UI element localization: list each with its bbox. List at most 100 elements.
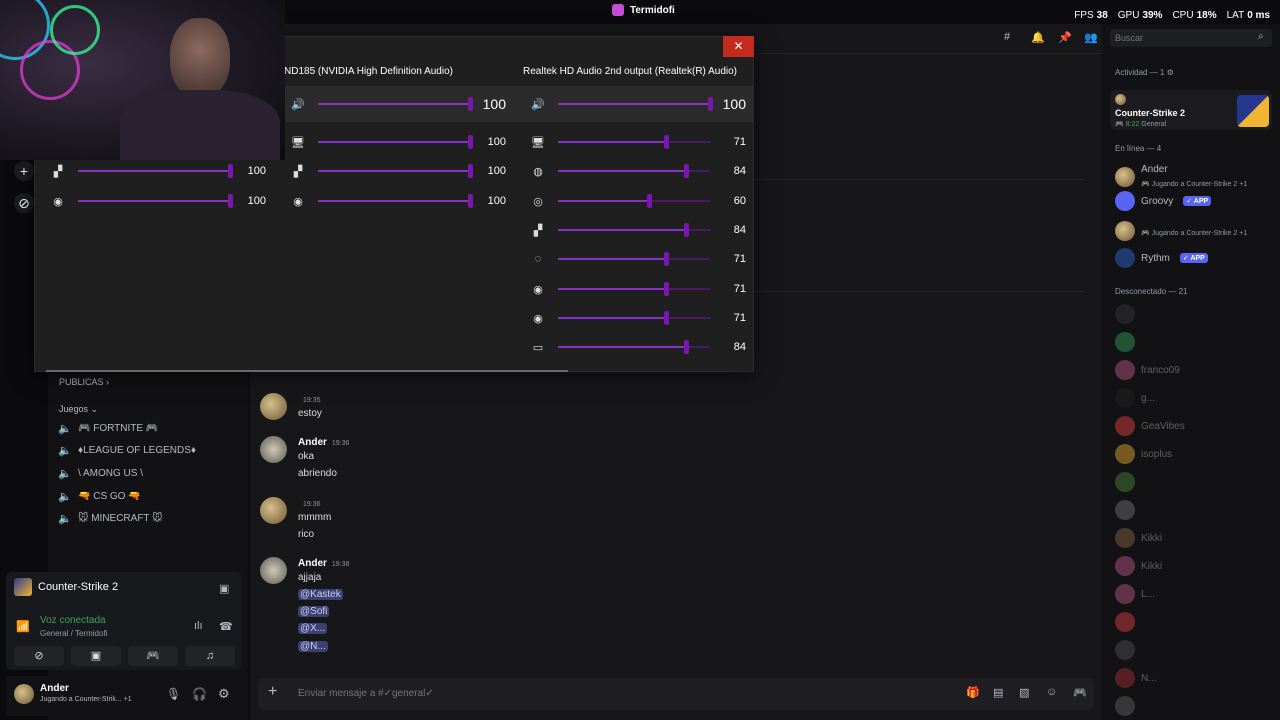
volume-slider[interactable] (318, 194, 473, 208)
member-item[interactable] (1115, 640, 1141, 660)
volume-thumb[interactable] (683, 223, 689, 237)
volume-thumb[interactable] (683, 340, 689, 354)
volume-slider[interactable] (558, 164, 710, 178)
disconnect-icon[interactable]: ☎ (219, 620, 233, 633)
member-item[interactable]: isoplus (1115, 444, 1172, 464)
volume-slider[interactable] (558, 194, 710, 208)
member-item[interactable]: L... (1115, 584, 1155, 604)
activity-gamepad-icon[interactable]: 🎮 (1073, 686, 1087, 699)
volume-slider[interactable] (558, 252, 710, 266)
volume-slider[interactable] (78, 164, 233, 178)
attach-plus-icon[interactable]: + (268, 683, 277, 701)
volume-thumb[interactable] (228, 194, 233, 208)
mic-icon[interactable]: 🎙 (166, 687, 181, 701)
volume-slider[interactable] (558, 340, 710, 354)
volume-thumb[interactable] (663, 311, 669, 325)
volume-slider[interactable] (558, 97, 713, 111)
master-volume-row[interactable]: 🔊 100 (290, 96, 506, 112)
volume-thumb[interactable] (468, 194, 473, 208)
app-volume-row[interactable]: 🖥 100 (290, 134, 506, 150)
user-mention[interactable]: @N... (298, 641, 328, 652)
mixer-scrollbar[interactable] (46, 370, 568, 372)
volume-thumb[interactable] (647, 194, 653, 208)
category-juegos[interactable]: Juegos ⌄ (59, 404, 98, 415)
app-volume-row[interactable]: ▞ 100 (290, 163, 506, 179)
member-item[interactable]: franco09 (1115, 360, 1180, 380)
voice-channel-among-us[interactable]: 🔈 \ AMONG US \ (58, 467, 143, 480)
threads-icon[interactable]: # (1004, 31, 1010, 43)
avatar[interactable] (1115, 94, 1126, 105)
sticker-icon[interactable]: ▧ (1019, 686, 1031, 699)
volume-thumb[interactable] (663, 135, 669, 149)
volume-slider[interactable] (318, 135, 473, 149)
headphones-icon[interactable]: 🎧 (192, 687, 207, 701)
member-item[interactable]: g... (1115, 388, 1155, 408)
members-icon[interactable]: 👥 (1084, 31, 1098, 44)
member-item[interactable] (1115, 500, 1141, 520)
signal-icon[interactable]: 📶 (16, 620, 30, 633)
message-author[interactable]: Ander 19:36 (298, 437, 349, 448)
bell-icon[interactable]: 🔔 (1031, 31, 1045, 44)
volume-slider[interactable] (558, 135, 710, 149)
volume-thumb[interactable] (468, 135, 473, 149)
explore-servers-icon[interactable]: ⊘ (14, 193, 34, 213)
volume-slider[interactable] (318, 164, 473, 178)
app-volume-row[interactable]: ◍ 84 (530, 163, 746, 179)
member-item[interactable] (1115, 472, 1141, 492)
member-item[interactable]: Kikki (1115, 556, 1162, 576)
avatar[interactable] (260, 497, 287, 524)
app-volume-row[interactable]: ◉ 100 (50, 193, 266, 209)
avatar[interactable] (260, 557, 287, 584)
volume-thumb[interactable] (663, 252, 669, 266)
member-item[interactable]: Kikki (1115, 528, 1162, 548)
volume-thumb[interactable] (468, 97, 473, 111)
volume-slider[interactable] (558, 282, 710, 296)
volume-slider[interactable] (78, 194, 233, 208)
volume-thumb[interactable] (663, 282, 669, 296)
user-mention[interactable]: @X... (298, 623, 328, 634)
volume-thumb[interactable] (708, 97, 713, 111)
voice-channel-lol[interactable]: 🔈 ♦LEAGUE OF LEGENDS♦ (58, 444, 196, 457)
message-author[interactable]: Ander 19:38 (298, 558, 349, 569)
volume-thumb[interactable] (468, 164, 473, 178)
activities-button[interactable]: 🎮 (128, 646, 178, 666)
voice-channel-csgo[interactable]: 🔈 🔫 CS GO 🔫 (58, 490, 141, 503)
app-volume-row[interactable]: ◉ 100 (290, 193, 506, 209)
member-item[interactable] (1115, 612, 1141, 632)
member-item[interactable] (1115, 304, 1141, 324)
member-item[interactable]: N... (1115, 668, 1157, 688)
volume-slider[interactable] (558, 311, 710, 325)
volume-thumb[interactable] (228, 164, 233, 178)
message-author[interactable]: 19:35 (298, 394, 321, 405)
member-item[interactable]: 🎮 Jugando a Counter-Strike 2 +1 (1115, 221, 1247, 241)
camera-off-button[interactable]: ⊘ (14, 646, 64, 666)
pin-icon[interactable]: 📌 (1058, 31, 1072, 44)
screen-share-icon[interactable]: ▣ (219, 582, 229, 595)
gear-icon[interactable]: ⚙ (218, 686, 230, 702)
message-input[interactable] (298, 688, 898, 699)
volume-thumb[interactable] (683, 164, 689, 178)
app-volume-row[interactable]: ▞ 100 (50, 163, 266, 179)
master-volume-row[interactable]: 🔊 100 (530, 96, 746, 112)
avatar[interactable] (260, 436, 287, 463)
noise-suppression-icon[interactable]: ılı (194, 620, 203, 632)
voice-channel-minecraft[interactable]: 🔈 🐭 MINECRAFT 🐭 (58, 512, 163, 525)
app-volume-row[interactable]: ◉ 71 (530, 281, 746, 297)
member-item[interactable]: GeaVibes (1115, 416, 1185, 436)
soundboard-button[interactable]: ♫ (185, 646, 235, 666)
emoji-icon[interactable]: ☺ (1046, 686, 1058, 698)
gift-icon[interactable]: 🎁 (966, 686, 980, 699)
app-volume-row[interactable]: ◌ 71 (530, 251, 746, 267)
member-item[interactable]: Rythm ✓ APP (1115, 248, 1208, 268)
volume-slider[interactable] (558, 223, 710, 237)
volume-slider[interactable] (318, 97, 473, 111)
app-volume-row[interactable]: ▞ 84 (530, 222, 746, 238)
member-item[interactable]: Ander 🎮 Jugando a Counter-Strike 2 +1 (1115, 164, 1247, 189)
add-server-icon[interactable]: + (14, 161, 34, 181)
avatar[interactable] (14, 684, 34, 704)
category-publicas[interactable]: PUBLICAS › (59, 377, 109, 387)
search-input[interactable] (1115, 33, 1255, 43)
app-volume-row[interactable]: ▭ 84 (530, 339, 746, 355)
user-mention[interactable]: @Kastek (298, 589, 343, 600)
member-item[interactable]: Groovy ✓ APP (1115, 191, 1212, 211)
